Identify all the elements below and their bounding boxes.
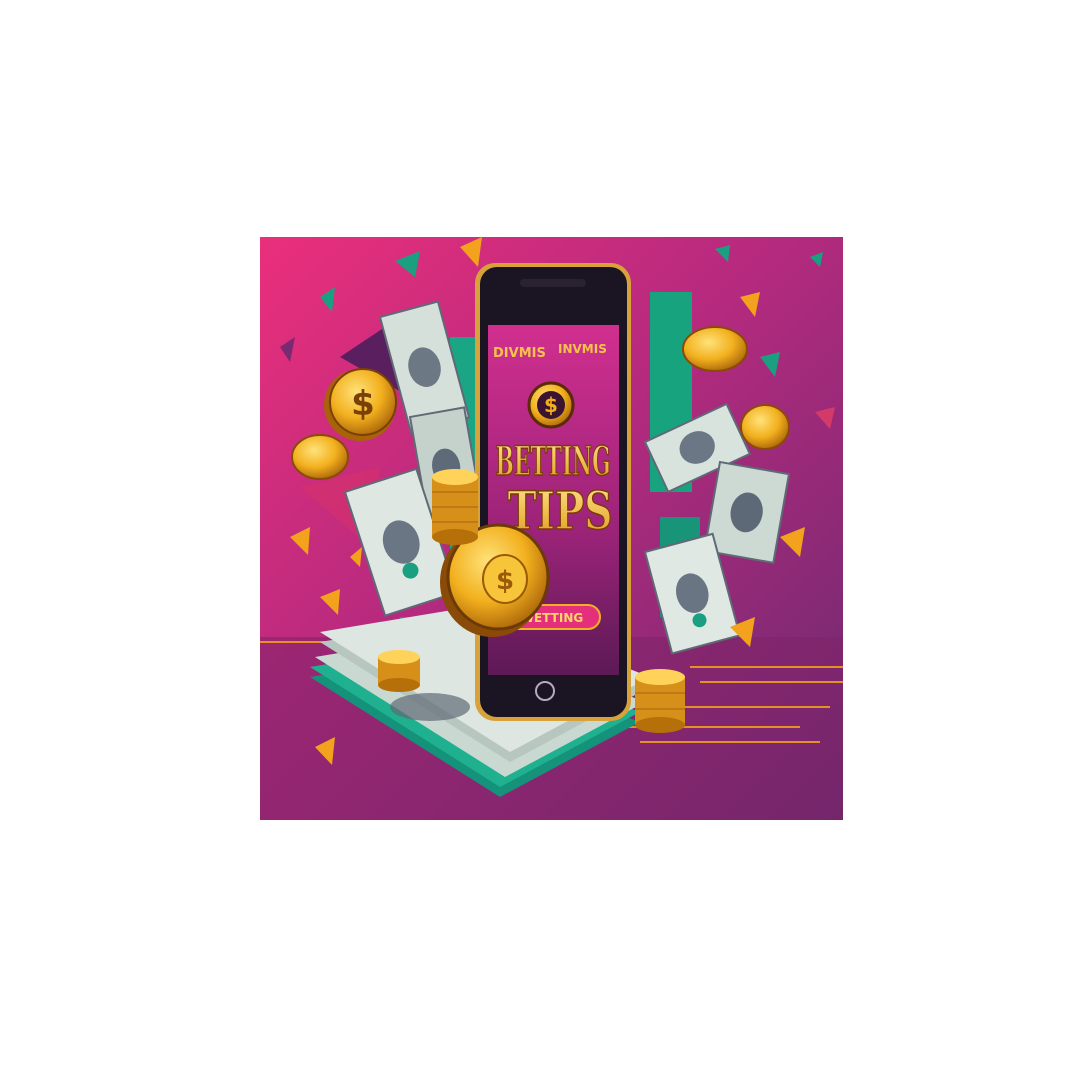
coin-icon xyxy=(682,326,748,372)
screen-coin-icon: $ xyxy=(527,381,575,429)
screen-coin-symbol: $ xyxy=(544,393,558,417)
coin-stack-icon xyxy=(432,469,478,545)
coin-stack-icon xyxy=(378,650,420,692)
screen-header-right: INVMIS xyxy=(558,342,607,356)
coin-icon xyxy=(291,434,349,480)
coin-stack-icon xyxy=(635,669,685,733)
screen-title-line1: BETTING xyxy=(496,438,611,485)
screen-header-left: DIVMIS xyxy=(493,346,546,361)
svg-text:$: $ xyxy=(351,384,375,424)
coin-icon xyxy=(740,404,790,450)
dollar-coin-icon: $ xyxy=(324,368,397,441)
svg-text:$: $ xyxy=(496,566,514,596)
betting-tips-illustration: DIVMIS INVMIS $ BETTING TIPS WETTING $ $ xyxy=(260,237,843,820)
